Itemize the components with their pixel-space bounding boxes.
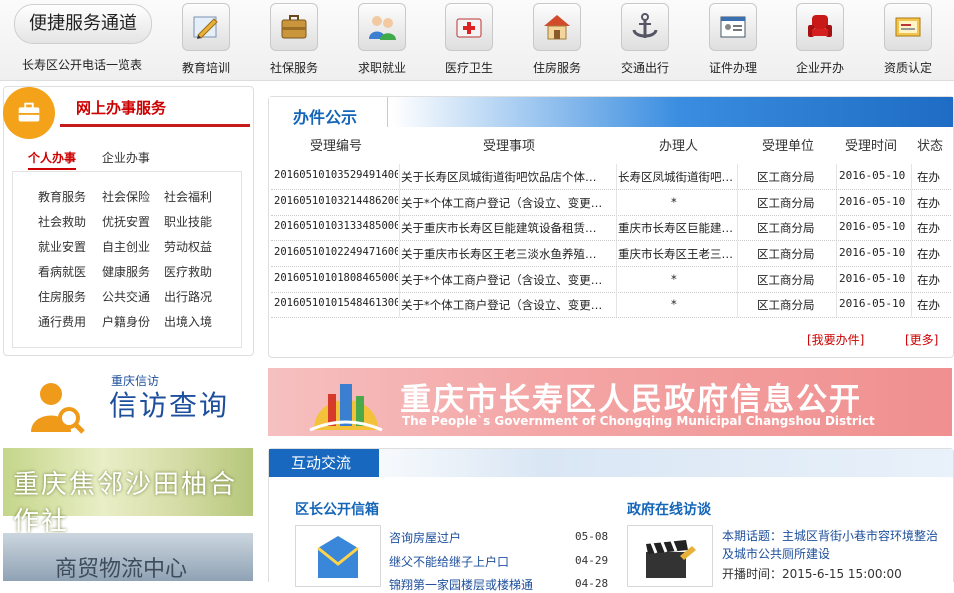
mailbox-item[interactable]: 锦翔第一家园楼层或楼梯通	[389, 576, 533, 593]
table-row[interactable]: 20160510101808465000 关于*个体工商户登记（含设立、变更… …	[271, 267, 951, 293]
service-link[interactable]: 住房服务	[38, 288, 86, 305]
title-underline	[60, 124, 250, 127]
public-phone-link[interactable]: 长寿区公开电话一览表	[22, 56, 142, 73]
service-link[interactable]: 社会救助	[38, 213, 86, 230]
petition-big-title: 信访查询	[109, 389, 230, 422]
briefcase-icon	[3, 87, 55, 139]
table-row[interactable]: 20160510103133485000 关于重庆市长寿区巨能建筑设备租赁… 重…	[271, 215, 951, 241]
service-certificates[interactable]: 证件办理	[698, 3, 768, 76]
service-tabs: 个人办事 企业办事	[28, 149, 172, 170]
service-link[interactable]: 教育服务	[38, 188, 86, 205]
house-icon	[533, 3, 581, 51]
service-housing[interactable]: 住房服务	[522, 3, 592, 76]
anchor-icon	[621, 3, 669, 51]
mailbox-date: 04-29	[575, 554, 609, 567]
service-link[interactable]: 职业技能	[164, 213, 212, 230]
armchair-icon	[796, 3, 844, 51]
table-row[interactable]: 20160510103529491400 关于长寿区凤城街道街吧饮品店个体… 长…	[271, 164, 951, 190]
briefcase-icon	[270, 3, 318, 51]
logistics-center-banner[interactable]: 商贸物流中心	[3, 533, 253, 582]
service-link[interactable]: 看病就医	[38, 263, 86, 280]
service-link[interactable]: 健康服务	[102, 263, 150, 280]
panel-title: 办件公示	[293, 108, 358, 127]
pomelo-coop-banner[interactable]: 重庆焦邻沙田柚合作社	[3, 448, 253, 537]
col-status: 状态	[917, 139, 944, 154]
gov-info-disclosure-banner[interactable]: 重庆市长寿区人民政府信息公开 The People`s Government o…	[268, 368, 952, 436]
tab-interaction[interactable]: 互动交流	[269, 449, 379, 477]
service-transport[interactable]: 交通出行	[610, 3, 680, 76]
col-case-number: 受理编号	[310, 139, 363, 154]
service-link[interactable]: 出行路况	[164, 288, 212, 305]
service-link[interactable]: 自主创业	[102, 238, 150, 255]
interview-topic[interactable]: 本期话题：主城区背街小巷市容环境整治及城市公共厕所建设	[722, 527, 946, 563]
service-link[interactable]: 户籍身份	[102, 313, 150, 330]
service-social-security[interactable]: 社保服务	[259, 3, 329, 76]
banner-title: 重庆市长寿区人民政府信息公开	[400, 382, 862, 418]
service-education[interactable]: 教育培训	[171, 3, 241, 76]
id-card-icon	[709, 3, 757, 51]
service-link[interactable]: 就业安置	[38, 238, 86, 255]
pencil-icon	[182, 3, 230, 51]
certificate-icon	[884, 3, 932, 51]
service-link[interactable]: 公共交通	[102, 288, 150, 305]
mailbox-item[interactable]: 继父不能给继子上户口	[389, 553, 509, 570]
envelope-icon	[317, 536, 359, 578]
mailbox-date: 04-28	[575, 577, 609, 590]
interaction-panel: 互动交流 区长公开信箱 咨询房屋过户 05-08 继父不能给继子上户口 04-2…	[268, 448, 954, 592]
mailbox-item[interactable]: 咨询房屋过户	[389, 529, 461, 546]
people-icon	[358, 3, 406, 51]
service-link[interactable]: 社会福利	[164, 188, 212, 205]
quick-service-button[interactable]: 便捷服务通道	[14, 4, 152, 44]
online-service-panel: 网上办事服务 个人办事 企业办事 教育服务 社会保险 社会福利 社会救助 优抚安…	[3, 86, 254, 356]
mailbox-date: 05-08	[575, 530, 609, 543]
service-qualification[interactable]: 资质认定	[873, 3, 943, 76]
interview-title[interactable]: 政府在线访谈	[627, 499, 711, 519]
case-publicity-panel: 办件公示 受理编号 受理事项 办理人 受理单位 受理时间 状态 20160510…	[268, 96, 954, 358]
col-unit: 受理单位	[762, 139, 815, 154]
my-case-link[interactable]: [我要办件]	[807, 331, 864, 348]
service-bar: 便捷服务通道 长寿区公开电话一览表 教育培训 社保服务 求职就业 医疗卫生 住房…	[0, 0, 954, 81]
service-employment[interactable]: 求职就业	[347, 3, 417, 76]
service-link[interactable]: 优抚安置	[102, 213, 150, 230]
tab-personal[interactable]: 个人办事	[28, 149, 77, 170]
service-link[interactable]: 医疗救助	[164, 263, 212, 280]
pomelo-banner-text: 重庆焦邻沙田柚合作社	[13, 470, 238, 537]
mailbox-title[interactable]: 区长公开信箱	[295, 499, 379, 519]
banner-subtitle: The People`s Government of Chongqing Mun…	[402, 414, 875, 428]
medical-kit-icon	[445, 3, 493, 51]
col-time: 受理时间	[845, 139, 898, 154]
table-row[interactable]: 20160510101548461300 关于*个体工商户登记（含设立、变更… …	[271, 292, 951, 318]
service-medical[interactable]: 医疗卫生	[434, 3, 504, 76]
col-matter: 受理事项	[483, 139, 536, 154]
service-link[interactable]: 出境入境	[164, 313, 212, 330]
service-link[interactable]: 劳动权益	[164, 238, 212, 255]
interview-time: 开播时间：2015-6-15 15:00:00	[722, 567, 902, 581]
online-service-title: 网上办事服务	[76, 99, 167, 117]
mailbox-thumbnail[interactable]	[295, 525, 381, 587]
table-row[interactable]: 20160510103214486200 关于*个体工商户登记（含设立、变更… …	[271, 190, 951, 216]
government-emblem-icon	[309, 384, 383, 432]
col-handler: 办理人	[659, 139, 699, 154]
more-link[interactable]: [更多]	[905, 331, 938, 348]
service-link[interactable]: 社会保险	[102, 188, 150, 205]
logistics-banner-text: 商贸物流中心	[55, 557, 188, 582]
petition-query-banner[interactable]: 重庆信访 信访查询	[3, 368, 252, 436]
tab-enterprise[interactable]: 企业办事	[102, 149, 150, 166]
service-link[interactable]: 通行费用	[38, 313, 86, 330]
service-business-startup[interactable]: 企业开办	[785, 3, 855, 76]
table-row[interactable]: 20160510102249471600 关于重庆市长寿区王老三淡水鱼养殖… 重…	[271, 241, 951, 267]
interview-thumbnail[interactable]	[627, 525, 713, 587]
service-grid: 教育服务 社会保险 社会福利 社会救助 优抚安置 职业技能 就业安置 自主创业 …	[12, 171, 242, 348]
person-search-icon	[31, 383, 85, 434]
clapperboard-icon	[646, 540, 696, 578]
